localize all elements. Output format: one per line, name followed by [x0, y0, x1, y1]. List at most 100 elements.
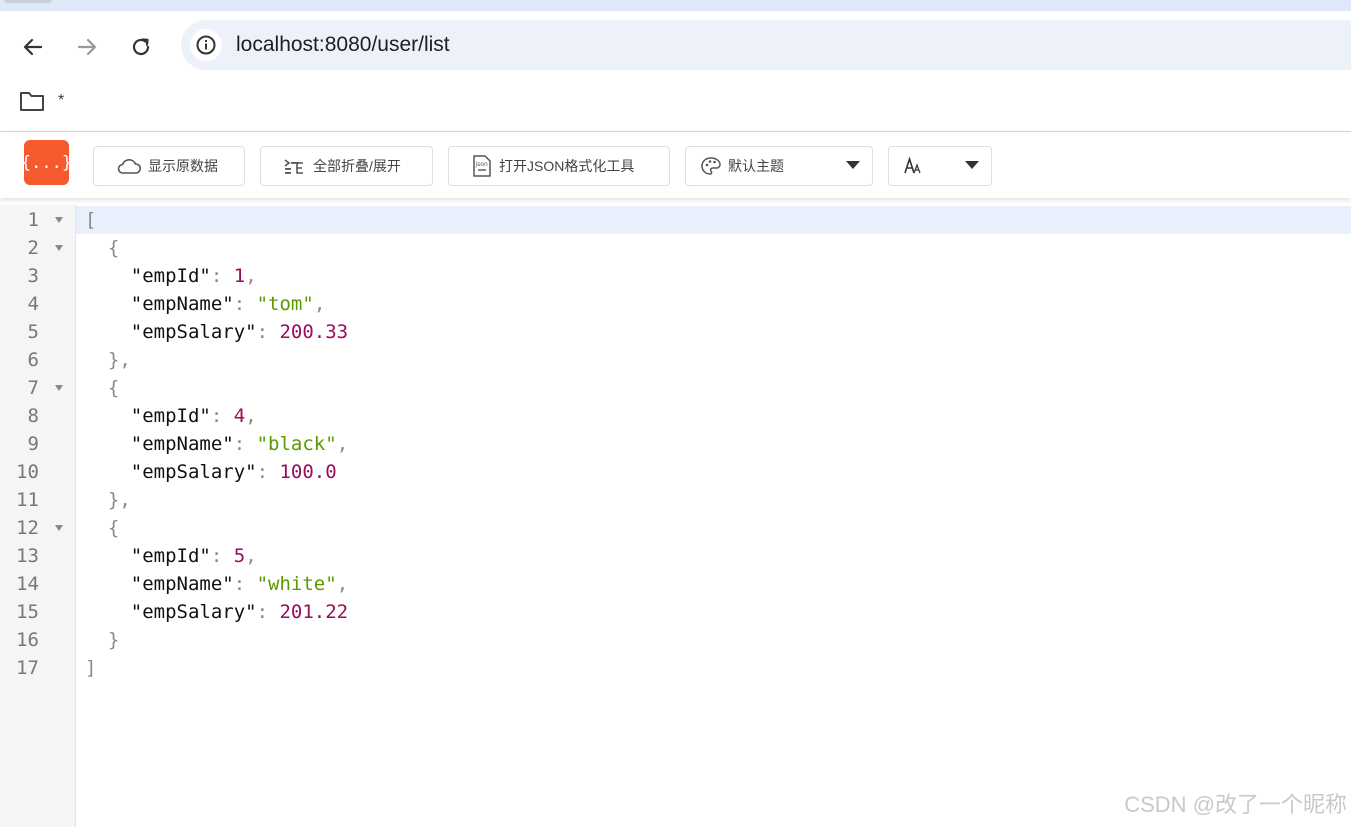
json-number: 4: [233, 405, 246, 427]
active-tab-edge[interactable]: [4, 0, 52, 3]
fold-arrow-icon[interactable]: [55, 385, 63, 391]
json-punctuation: {: [85, 517, 120, 539]
back-arrow-icon: [23, 38, 43, 56]
address-bar[interactable]: localhost:8080/user/list: [181, 20, 1351, 70]
json-key: "empSalary": [85, 601, 257, 623]
json-punctuation: :: [233, 293, 257, 315]
cloud-icon: [116, 157, 142, 175]
line-number: 9: [27, 433, 39, 455]
json-number: 200.33: [279, 321, 349, 343]
code-line: "empName": "black",: [76, 430, 1351, 458]
json-punctuation: ,: [313, 293, 326, 315]
json-punctuation: },: [85, 489, 131, 511]
show-raw-button[interactable]: 显示原数据: [93, 146, 245, 186]
show-raw-label: 显示原数据: [148, 158, 218, 174]
svg-text:json: json: [475, 161, 488, 168]
gutter-line: 12: [0, 514, 75, 542]
gutter-line: 10: [0, 458, 75, 486]
gutter-line: 9: [0, 430, 75, 458]
code-line: }: [76, 626, 1351, 654]
line-number: 16: [16, 629, 39, 651]
json-punctuation: }: [85, 629, 120, 651]
code-line: ]: [76, 654, 1351, 682]
gutter-line: 6: [0, 346, 75, 374]
gutter-line: 8: [0, 402, 75, 430]
json-key: "empSalary": [85, 461, 257, 483]
url-path: :8080/user/list: [318, 33, 450, 56]
gutter-line: 3: [0, 262, 75, 290]
code-line-text: "empSalary": 201.22: [85, 598, 348, 626]
json-number: 5: [233, 545, 246, 567]
gutter-line: 15: [0, 598, 75, 626]
json-punctuation: {: [85, 377, 120, 399]
gutter-line: 11: [0, 486, 75, 514]
json-string: "white": [256, 573, 337, 595]
json-punctuation: :: [256, 601, 280, 623]
line-number: 15: [16, 601, 39, 623]
line-number-gutter: 1 2 3 4 5 6 7 8 9 10 11 12 13 14 15 16 17: [0, 205, 76, 827]
fold-all-button[interactable]: 全部折叠/展开: [260, 146, 433, 186]
site-info-icon: [196, 35, 216, 55]
code-line-text: "empName": "white",: [85, 570, 348, 598]
line-number: 14: [16, 573, 39, 595]
site-info-button[interactable]: [190, 29, 222, 61]
code-line-text: "empId": 4,: [85, 402, 257, 430]
json-string: "tom": [256, 293, 314, 315]
reload-icon: [132, 38, 150, 56]
code-line: "empId": 1,: [76, 262, 1351, 290]
fold-arrow-icon[interactable]: [55, 525, 63, 531]
url-host: localhost: [236, 33, 319, 56]
code-line: "empId": 5,: [76, 542, 1351, 570]
code-line-text: {: [85, 514, 119, 542]
json-key: "empId": [85, 405, 211, 427]
json-punctuation: },: [85, 349, 131, 371]
code-line-text: [: [85, 206, 96, 234]
gutter-line: 4: [0, 290, 75, 318]
json-punctuation: ,: [245, 265, 257, 287]
json-code-area[interactable]: [ { "empId": 1, "empName": "tom", "empSa…: [76, 205, 1351, 827]
back-button[interactable]: [19, 33, 47, 61]
collapse-list-icon: [283, 157, 307, 175]
json-punctuation: ]: [85, 657, 97, 679]
code-line-text: ]: [85, 654, 96, 682]
json-punctuation: :: [210, 545, 234, 567]
code-line-text: },: [85, 346, 131, 374]
json-punctuation: ,: [245, 405, 257, 427]
gutter-line: 13: [0, 542, 75, 570]
line-number: 11: [16, 489, 39, 511]
fold-arrow-icon[interactable]: [55, 245, 63, 251]
font-size-select[interactable]: [888, 146, 992, 186]
json-key: "empSalary": [85, 321, 257, 343]
tab-strip: [0, 0, 1351, 11]
line-number: 12: [16, 517, 39, 539]
forward-arrow-icon: [77, 38, 97, 56]
fold-arrow-icon[interactable]: [55, 217, 63, 223]
extension-logo[interactable]: {...}: [21, 140, 72, 185]
forward-button[interactable]: [73, 33, 101, 61]
code-line: },: [76, 346, 1351, 374]
code-line: "empName": "white",: [76, 570, 1351, 598]
bookmark-folder[interactable]: *: [18, 89, 64, 113]
theme-select[interactable]: 默认主题: [685, 146, 873, 186]
json-punctuation: :: [210, 265, 234, 287]
line-number: 17: [16, 657, 39, 679]
json-number: 1: [233, 265, 246, 287]
line-number: 4: [27, 293, 39, 315]
line-number: 5: [27, 321, 39, 343]
json-punctuation: ,: [336, 573, 349, 595]
code-line: "empId": 4,: [76, 402, 1351, 430]
open-formatter-button[interactable]: json 打开JSON格式化工具: [448, 146, 670, 186]
line-number: 3: [27, 265, 39, 287]
code-line-text: {: [85, 374, 119, 402]
gutter-line: 17: [0, 654, 75, 682]
gutter-line: 5: [0, 318, 75, 346]
json-punctuation: :: [256, 321, 280, 343]
json-editor[interactable]: 1 2 3 4 5 6 7 8 9 10 11 12 13 14 15 16 17 [ { "empId": 1…: [0, 205, 1351, 827]
reload-button[interactable]: [127, 33, 155, 61]
url-text[interactable]: localhost:8080/user/list: [236, 33, 450, 57]
code-line: {: [76, 514, 1351, 542]
json-key: "empName": [85, 293, 234, 315]
code-line: [: [76, 206, 1351, 234]
palette-icon: [700, 156, 722, 176]
code-line-text: "empId": 5,: [85, 542, 257, 570]
